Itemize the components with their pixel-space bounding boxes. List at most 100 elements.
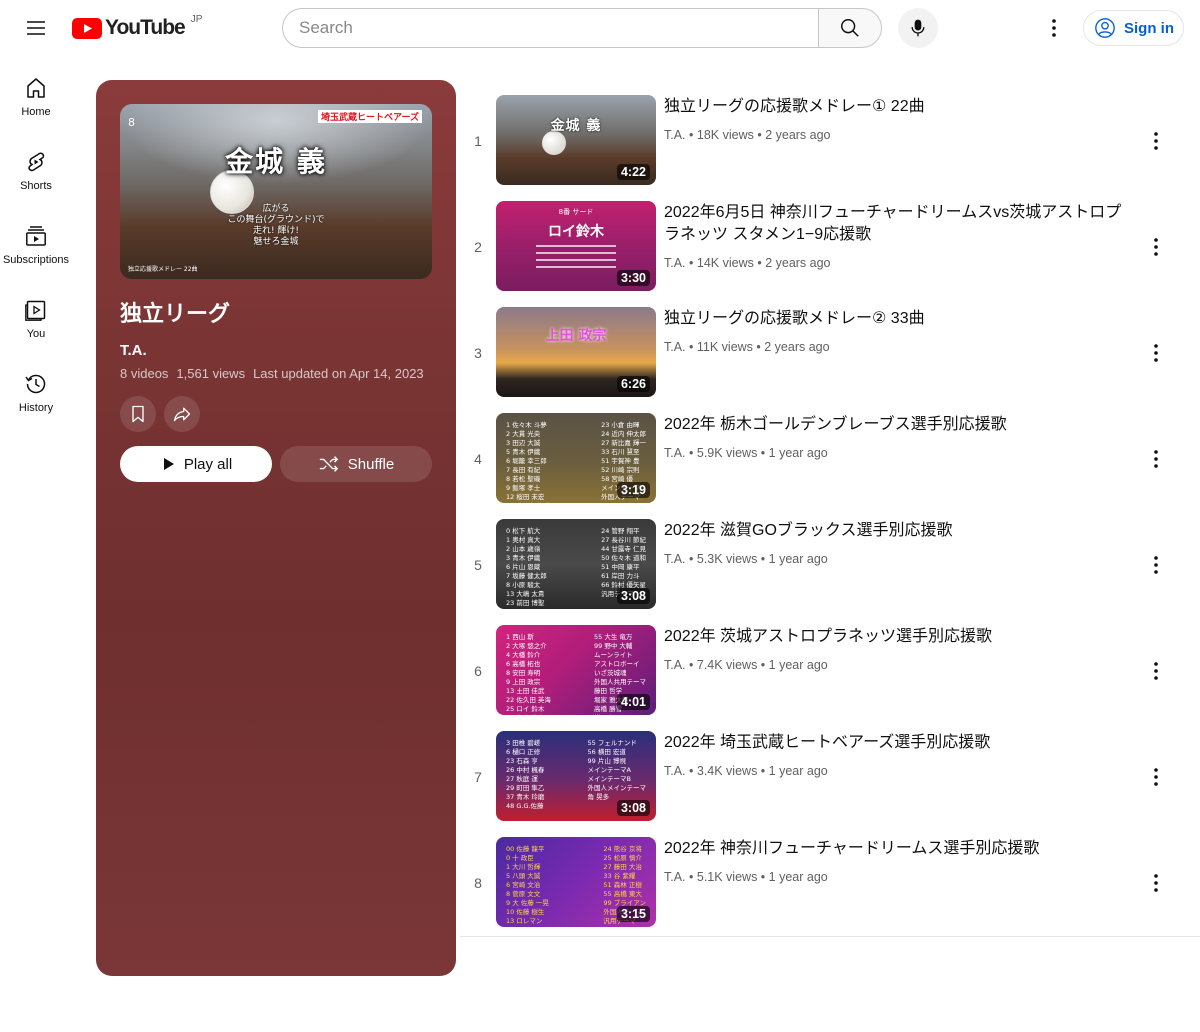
video-title[interactable]: 2022年6月5日 神奈川フューチャードリームスvs茨城アストロプラネッツ スタ… [664,202,1134,246]
view-count: 5.9K views [696,446,758,460]
video-menu-button[interactable] [1136,227,1176,267]
video-duration: 3:15 [616,906,650,922]
upload-age: 1 year ago [768,870,828,884]
guide-menu-button[interactable] [16,8,56,48]
search-button[interactable] [818,8,882,48]
video-thumbnail[interactable]: 上田 政宗 6:26 [496,307,656,397]
youtube-logo[interactable]: YouTube JP [72,14,202,40]
video-menu-button[interactable] [1136,439,1176,479]
logo-wordmark: YouTube [105,16,186,39]
playlist-video-row[interactable]: 3 上田 政宗 6:26 独立リーグの応援歌メドレー② 33曲 T.A. • 1… [460,300,1200,406]
nav-item-shorts[interactable]: Shorts [0,130,72,204]
channel-name[interactable]: T.A. [664,552,686,566]
video-menu-button[interactable] [1136,333,1176,373]
playlist-video-row[interactable]: 2 8番 サード ロイ鈴木 3:30 2022年6月5日 神奈川フューチャードリ… [460,194,1200,300]
video-thumbnail[interactable]: 0 松下 航大 1 奥村 真大 2 山本 歳嶺 3 青木 伊織 6 片山 恩蔵 … [496,519,656,609]
view-count: 1,561 views [176,366,246,381]
list-end-divider [460,936,1200,937]
settings-menu-button[interactable] [1034,8,1074,48]
channel-name[interactable]: T.A. [664,764,686,778]
shorts-icon [28,152,45,172]
video-menu-button[interactable] [1136,651,1176,691]
playlist-video-row[interactable]: 1 金城 義 4:22 独立リーグの応援歌メドレー① 22曲 T.A. • 18… [460,88,1200,194]
thumb-header: 8番 サード [558,208,594,216]
video-thumbnail[interactable]: 8番 サード ロイ鈴木 3:30 [496,201,656,291]
thumb-player-name: 金城 義 [550,118,602,134]
video-thumbnail[interactable]: 1 佐々木 斗夢 2 大貫 光央 3 田辺 大誠 5 青木 伊織 6 堀籠 幸三… [496,413,656,503]
video-menu-button[interactable] [1136,121,1176,161]
more-vertical-icon [1154,450,1158,468]
nav-item-you[interactable]: You [0,278,72,352]
shuffle-label: Shuffle [347,455,395,473]
share-icon [173,407,191,422]
more-vertical-icon [1154,344,1158,362]
video-index: 3 [474,345,482,361]
channel-name[interactable]: T.A. [664,340,686,354]
video-duration: 6:26 [616,376,650,392]
playlist-video-row[interactable]: 4 1 佐々木 斗夢 2 大貫 光央 3 田辺 大誠 5 青木 伊織 6 堀籠 … [460,406,1200,512]
video-duration: 4:01 [616,694,650,710]
more-vertical-icon [1154,556,1158,574]
share-button[interactable] [164,396,200,432]
more-vertical-icon [1154,874,1158,892]
playlist-thumbnail[interactable]: 埼玉武蔵ヒートベアーズ 8 金城 義 広がる この舞台(グラウンド)で 走れ! … [120,104,432,279]
thumb-team-name: 埼玉武蔵ヒートベアーズ [317,110,422,123]
bookmark-icon [132,405,144,423]
video-title[interactable]: 独立リーグの応援歌メドレー① 22曲 [664,96,1134,118]
playlist-video-row[interactable]: 5 0 松下 航大 1 奥村 真大 2 山本 歳嶺 3 青木 伊織 6 片山 恩… [460,512,1200,618]
video-menu-button[interactable] [1136,863,1176,903]
video-meta: T.A. • 3.4K views • 1 year ago [664,764,828,778]
video-meta: T.A. • 14K views • 2 years ago [664,256,831,270]
video-title[interactable]: 2022年 神奈川フューチャードリームス選手別応援歌 [664,838,1134,860]
video-title[interactable]: 独立リーグの応援歌メドレー② 33曲 [664,308,1134,330]
play-all-button[interactable]: Play all [120,446,272,482]
video-menu-button[interactable] [1136,545,1176,585]
playlist-owner[interactable]: T.A. [120,342,147,359]
sign-in-label: Sign in [1124,19,1174,37]
save-playlist-button[interactable] [120,396,156,432]
thumb-lyrics: 広がる この舞台(グラウンド)で 走れ! 輝け! 魅せろ金城 [227,204,325,247]
shuffle-button[interactable]: Shuffle [280,446,432,482]
channel-name[interactable]: T.A. [664,870,686,884]
video-index: 8 [474,875,482,891]
playlist-video-row[interactable]: 6 1 西山 斯 2 大塚 悠之介 4 大橋 鈴介 6 高橋 柘也 8 安田 寿… [460,618,1200,724]
home-icon [27,78,45,98]
search-input[interactable] [282,8,818,48]
video-duration: 3:30 [616,270,650,286]
voice-search-button[interactable] [898,8,938,48]
view-count: 5.1K views [696,870,758,884]
sign-in-button[interactable]: Sign in [1083,10,1184,46]
channel-name[interactable]: T.A. [664,658,686,672]
nav-item-home[interactable]: Home [0,56,72,130]
video-thumbnail[interactable]: 金城 義 4:22 [496,95,656,185]
thumb-player-name: 金城 義 [225,145,327,178]
video-menu-button[interactable] [1136,757,1176,797]
hamburger-menu-icon [27,21,45,35]
channel-name[interactable]: T.A. [664,256,686,270]
channel-name[interactable]: T.A. [664,128,686,142]
mini-guide: Home Shorts Subscriptions You History [0,56,72,426]
video-thumbnail[interactable]: 00 佐藤 龍平 0 十 政臣 1 大川 哲輝 5 八頭 大誠 6 宮崎 文治 … [496,837,656,927]
playlist-stats: 8 videos 1,561 views Last updated on Apr… [120,366,424,381]
playlist-video-row[interactable]: 7 3 田椎 碧嵯 6 樋口 正修 23 石森 亨 26 中村 楓春 27 秋庭… [460,724,1200,830]
video-title[interactable]: 2022年 栃木ゴールデンブレーブス選手別応援歌 [664,414,1134,436]
video-duration: 3:19 [616,482,650,498]
youtube-play-logo-icon [72,17,102,39]
upload-age: 2 years ago [765,128,831,142]
nav-item-subscriptions[interactable]: Subscriptions [0,204,72,278]
video-title[interactable]: 2022年 茨城アストロプラネッツ選手別応援歌 [664,626,1134,648]
nav-label: History [18,402,54,414]
thumb-number: 8 [128,116,135,129]
video-title[interactable]: 2022年 埼玉武蔵ヒートベアーズ選手別応援歌 [664,732,1134,754]
more-vertical-icon [1154,132,1158,150]
playlist-video-row[interactable]: 8 00 佐藤 龍平 0 十 政臣 1 大川 哲輝 5 八頭 大誠 6 宮崎 文… [460,830,1200,936]
shuffle-icon [319,456,338,472]
thumb-player-name: 上田 政宗 [545,328,607,344]
channel-name[interactable]: T.A. [664,446,686,460]
video-title[interactable]: 2022年 滋賀GOブラックス選手別応援歌 [664,520,1134,542]
video-index: 6 [474,663,482,679]
lyric-lines [536,245,616,273]
video-thumbnail[interactable]: 3 田椎 碧嵯 6 樋口 正修 23 石森 亨 26 中村 楓春 27 秋庭 運… [496,731,656,821]
nav-item-history[interactable]: History [0,352,72,426]
video-thumbnail[interactable]: 1 西山 斯 2 大塚 悠之介 4 大橋 鈴介 6 高橋 柘也 8 安田 寿明 … [496,625,656,715]
